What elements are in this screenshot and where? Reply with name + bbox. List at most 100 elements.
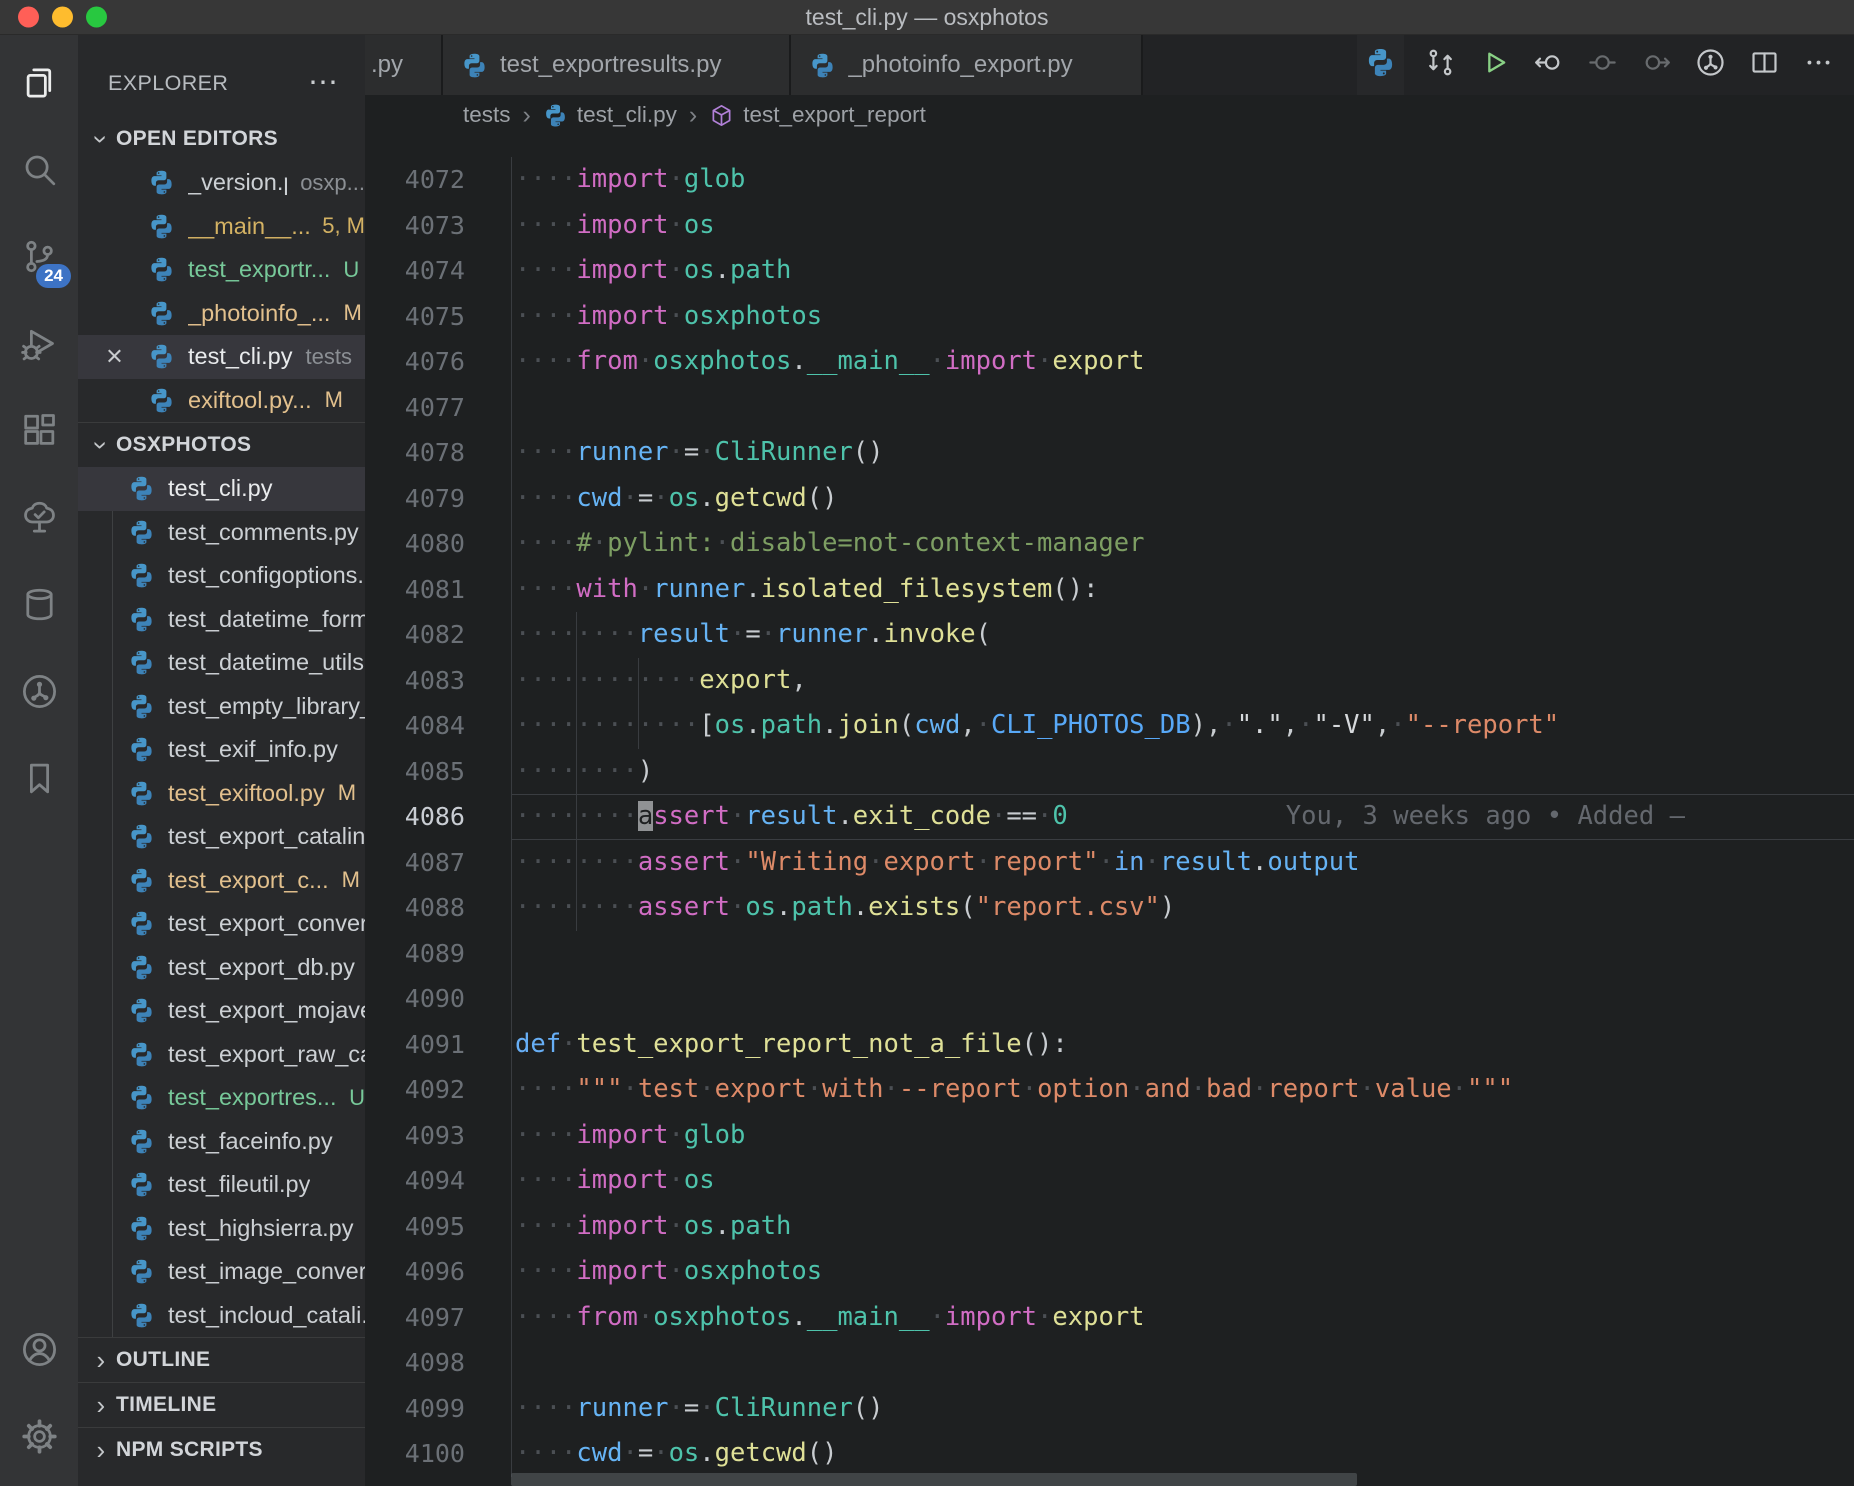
code-line-content[interactable]: ····import·glob — [511, 1113, 1854, 1159]
bookmarks-button[interactable] — [0, 737, 78, 824]
tree-item[interactable]: test_comments.py — [78, 511, 365, 555]
database-button[interactable] — [0, 563, 78, 650]
tree-item[interactable]: test_fileutil.py — [78, 1163, 365, 1207]
code-line-content[interactable]: ····import·glob — [511, 157, 1854, 203]
code-line-content[interactable]: ····import·osxphotos — [511, 294, 1854, 340]
editor-tab[interactable]: _photoinfo_export.py — [791, 35, 1142, 95]
code-line[interactable]: 4092····"""·test·export·with·--report·op… — [365, 1067, 1854, 1113]
tree-item[interactable]: test_export_db.py — [78, 946, 365, 990]
split-editor-button[interactable] — [1741, 35, 1788, 95]
code-line-content[interactable]: ····cwd·=·os.getcwd() — [511, 476, 1854, 522]
code-line-content[interactable]: ····from·osxphotos.__main__·import·expor… — [511, 1295, 1854, 1341]
section-open-editors[interactable]: › OPEN EDITORS — [78, 117, 365, 161]
extensions-button[interactable] — [0, 389, 78, 476]
run-debug-button[interactable] — [0, 302, 78, 389]
code-line[interactable]: 4077 — [365, 385, 1854, 431]
open-editor-item[interactable]: test_exportr...U — [78, 248, 365, 292]
tree-item[interactable]: test_incloud_catali... — [78, 1294, 365, 1338]
code-line-content[interactable]: ········assert·os.path.exists("report.cs… — [511, 885, 1854, 931]
code-line-content[interactable] — [511, 976, 1854, 1022]
code-line-content[interactable]: ········assert·"Writing·export·report"·i… — [511, 840, 1854, 886]
tree-item[interactable]: test_datetime_utils.... — [78, 641, 365, 685]
code-line[interactable]: 4088········assert·os.path.exists("repor… — [365, 885, 1854, 931]
breadcrumb-item[interactable]: test_cli.py — [543, 102, 677, 128]
code-line-content[interactable]: ········result·=·runner.invoke( — [511, 612, 1854, 658]
code-line[interactable]: 4078····runner·=·CliRunner() — [365, 430, 1854, 476]
code-line[interactable]: 4086········assert·result.exit_code·==·0… — [365, 794, 1854, 840]
zoom-window-button[interactable] — [86, 7, 107, 28]
code-editor[interactable]: 4072····import·glob4073····import·os4074… — [365, 135, 1854, 1486]
tree-item[interactable]: test_cli.py — [78, 467, 365, 511]
code-line[interactable]: 4073····import·os — [365, 203, 1854, 249]
code-line[interactable]: 4081····with·runner.isolated_filesystem(… — [365, 567, 1854, 613]
tree-item[interactable]: test_export_c...M — [78, 859, 365, 903]
tree-item[interactable]: test_faceinfo.py — [78, 1120, 365, 1164]
section-outline[interactable]: ›OUTLINE — [78, 1337, 365, 1382]
code-line-content[interactable]: ····with·runner.isolated_filesystem(): — [511, 567, 1854, 613]
code-line-content[interactable]: ····import·os.path — [511, 248, 1854, 294]
code-line-content[interactable]: ····cwd·=·os.getcwd() — [511, 1431, 1854, 1477]
tree-item[interactable]: test_export_catalin... — [78, 815, 365, 859]
tree-item[interactable]: test_datetime_form... — [78, 598, 365, 642]
code-line-content[interactable]: ············[os.path.join(cwd,·CLI_PHOTO… — [511, 703, 1854, 749]
section-timeline[interactable]: ›TIMELINE — [78, 1382, 365, 1427]
tree-item[interactable]: test_exiftool.pyM — [78, 772, 365, 816]
open-editor-item[interactable]: _version.pyosxp... — [78, 161, 365, 205]
section-osxphotos[interactable]: › OSXPHOTOS — [78, 422, 365, 467]
source-control-button[interactable]: 24 — [0, 215, 78, 302]
code-line[interactable]: 4097····from·osxphotos.__main__·import·e… — [365, 1295, 1854, 1341]
commit-graph-button[interactable] — [1687, 35, 1734, 95]
code-line[interactable]: 4098 — [365, 1340, 1854, 1386]
close-icon[interactable]: × — [106, 342, 123, 371]
settings-gear-button[interactable] — [0, 1395, 78, 1482]
code-line[interactable]: 4100····cwd·=·os.getcwd() — [365, 1431, 1854, 1477]
code-line-content[interactable]: ····import·osxphotos — [511, 1249, 1854, 1295]
step-button[interactable] — [1579, 35, 1626, 95]
close-window-button[interactable] — [18, 7, 39, 28]
code-line-content[interactable]: ············export, — [511, 658, 1854, 704]
code-line-content[interactable]: ····"""·test·export·with·--report·option… — [511, 1067, 1854, 1113]
files-button[interactable] — [0, 41, 78, 128]
code-line[interactable]: 4080····#·pylint:·disable=not-context-ma… — [365, 521, 1854, 567]
open-editor-item[interactable]: ×test_cli.pytests — [78, 335, 365, 379]
tree-item[interactable]: test_export_mojave... — [78, 989, 365, 1033]
open-editor-item[interactable]: __main__....5, M — [78, 205, 365, 249]
code-line[interactable]: 4079····cwd·=·os.getcwd() — [365, 476, 1854, 522]
code-line[interactable]: 4083············export, — [365, 658, 1854, 704]
code-line[interactable]: 4090 — [365, 976, 1854, 1022]
code-line[interactable]: 4082········result·=·runner.invoke( — [365, 612, 1854, 658]
step-over-button[interactable] — [1633, 35, 1680, 95]
compare-changes-button[interactable] — [1417, 35, 1464, 95]
code-line-content[interactable]: def·test_export_report_not_a_file(): — [511, 1022, 1854, 1068]
tree-item[interactable]: test_image_convert... — [78, 1250, 365, 1294]
section-npm-scripts[interactable]: ›NPM SCRIPTS — [78, 1427, 365, 1472]
code-line[interactable]: 4099····runner·=·CliRunner() — [365, 1386, 1854, 1432]
gitlens-button[interactable] — [0, 650, 78, 737]
breadcrumb-item[interactable]: test_export_report — [709, 102, 926, 128]
code-line[interactable]: 4094····import·os — [365, 1158, 1854, 1204]
code-line[interactable]: 4084············[os.path.join(cwd,·CLI_P… — [365, 703, 1854, 749]
code-line[interactable]: 4089 — [365, 931, 1854, 977]
code-line-content[interactable]: ····import·os — [511, 1158, 1854, 1204]
minimize-window-button[interactable] — [52, 7, 73, 28]
more-actions-button[interactable] — [1795, 35, 1842, 95]
code-line-content[interactable]: ········assert·result.exit_code·==·0You,… — [511, 794, 1854, 840]
search-button[interactable] — [0, 128, 78, 215]
tab-partial[interactable]: .py — [365, 35, 443, 95]
open-editor-item[interactable]: exiftool.py...M — [78, 379, 365, 423]
code-line[interactable]: 4076····from·osxphotos.__main__·import·e… — [365, 339, 1854, 385]
tree-item[interactable]: test_empty_library_... — [78, 685, 365, 729]
code-line-content[interactable] — [511, 1340, 1854, 1386]
code-line-content[interactable]: ····#·pylint:·disable=not-context-manage… — [511, 521, 1854, 567]
editor-tab[interactable]: test_exportresults.py — [443, 35, 791, 95]
step-back-button[interactable] — [1525, 35, 1572, 95]
code-line-content[interactable]: ····runner·=·CliRunner() — [511, 1386, 1854, 1432]
code-line-content[interactable]: ····runner·=·CliRunner() — [511, 430, 1854, 476]
code-line-content[interactable]: ····import·os.path — [511, 1204, 1854, 1250]
code-line[interactable]: 4091def·test_export_report_not_a_file(): — [365, 1022, 1854, 1068]
breadcrumb-item[interactable]: tests — [463, 102, 511, 128]
tree-item[interactable]: test_highsierra.py — [78, 1207, 365, 1251]
testing-button[interactable] — [0, 476, 78, 563]
tree-item[interactable]: test_configoptions.... — [78, 554, 365, 598]
open-editor-item[interactable]: _photoinfo_...M — [78, 292, 365, 336]
